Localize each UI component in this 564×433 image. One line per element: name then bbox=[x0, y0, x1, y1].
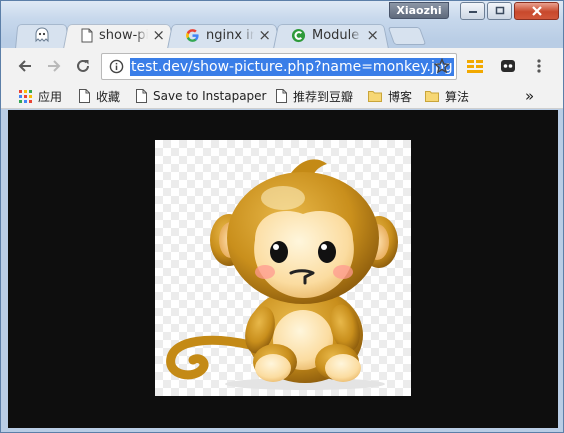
bookmark-label: 推荐到豆瓣 bbox=[293, 89, 354, 104]
address-bar[interactable]: test.dev/show-picture.php?name=monkey.jp… bbox=[101, 53, 457, 80]
page-icon bbox=[79, 89, 90, 103]
bookmark-favorites[interactable]: 收藏 bbox=[79, 87, 120, 105]
browser-window: Xiaozhi show-picture × bbox=[0, 0, 564, 433]
tab-close-icon[interactable]: × bbox=[258, 27, 271, 43]
folder-icon bbox=[425, 91, 439, 102]
back-button[interactable] bbox=[13, 54, 37, 78]
folder-icon bbox=[368, 91, 382, 102]
back-arrow-icon bbox=[18, 60, 31, 72]
star-icon bbox=[434, 58, 450, 74]
minimize-button[interactable] bbox=[460, 2, 485, 20]
extension-button[interactable] bbox=[463, 54, 487, 78]
info-icon[interactable] bbox=[109, 59, 124, 74]
apps-grid-icon bbox=[19, 89, 32, 103]
document-icon bbox=[81, 28, 93, 42]
page-viewport bbox=[8, 110, 558, 428]
bookmark-instapaper[interactable]: Save to Instapaper bbox=[136, 87, 267, 105]
tab-close-icon[interactable]: × bbox=[152, 27, 165, 43]
green-c-icon bbox=[291, 28, 306, 42]
tab-title: show-picture bbox=[99, 27, 149, 43]
ghost-icon bbox=[35, 27, 49, 43]
reload-icon bbox=[77, 59, 89, 72]
minimize-icon bbox=[468, 11, 477, 13]
menu-button[interactable] bbox=[527, 54, 551, 78]
restore-button[interactable] bbox=[487, 2, 512, 20]
bookmark-star-button[interactable] bbox=[430, 54, 454, 78]
page-icon bbox=[276, 89, 287, 103]
new-tab-button[interactable] bbox=[387, 27, 427, 45]
profile-badge[interactable]: Xiaozhi bbox=[389, 2, 449, 19]
profile-tab-button[interactable] bbox=[15, 21, 69, 49]
bookmark-label: 算法 bbox=[445, 89, 470, 104]
extension-face-icon bbox=[501, 60, 515, 72]
extension-button-2[interactable] bbox=[496, 54, 520, 78]
bookmark-folder-blog[interactable]: 博客 bbox=[368, 87, 412, 105]
bookmark-douban[interactable]: 推荐到豆瓣 bbox=[276, 87, 353, 105]
extension-stripes-icon bbox=[467, 60, 483, 73]
bookmark-apps[interactable]: 应用 bbox=[19, 87, 62, 105]
restore-icon bbox=[495, 6, 505, 15]
monkey-picture bbox=[155, 140, 411, 396]
page-icon bbox=[136, 89, 147, 103]
bookmark-label: 应用 bbox=[38, 89, 63, 104]
bookmark-label: Save to Instapaper bbox=[153, 89, 267, 103]
bookmark-label: 博客 bbox=[388, 89, 413, 104]
more-vertical-icon bbox=[537, 59, 541, 73]
tab-title: Module bbox=[312, 27, 360, 43]
bookmark-label: 收藏 bbox=[96, 89, 121, 104]
close-window-button[interactable] bbox=[514, 2, 559, 20]
tab-title: nginx index bbox=[206, 27, 255, 43]
reload-button[interactable] bbox=[71, 54, 95, 78]
bookmarks-bar: 应用 收藏 Save to Instapaper 推荐到豆瓣 博客 算法 » bbox=[1, 84, 563, 109]
bookmark-folder-algorithms[interactable]: 算法 bbox=[425, 87, 469, 105]
close-icon bbox=[531, 6, 542, 16]
forward-button[interactable] bbox=[42, 54, 66, 78]
tab-module[interactable]: Module × bbox=[273, 21, 389, 49]
forward-arrow-icon bbox=[48, 60, 61, 72]
tab-show-picture[interactable]: show-picture × bbox=[63, 21, 175, 49]
bookmarks-overflow-button[interactable]: » bbox=[525, 87, 534, 105]
google-icon bbox=[186, 28, 199, 42]
tab-nginx[interactable]: nginx index × bbox=[167, 21, 281, 49]
tab-close-icon[interactable]: × bbox=[366, 27, 379, 43]
cartoon-monkey-image bbox=[166, 159, 398, 390]
url-text[interactable]: test.dev/show-picture.php?name=monkey.jp… bbox=[130, 58, 454, 76]
toolbar: test.dev/show-picture.php?name=monkey.jp… bbox=[1, 48, 563, 84]
